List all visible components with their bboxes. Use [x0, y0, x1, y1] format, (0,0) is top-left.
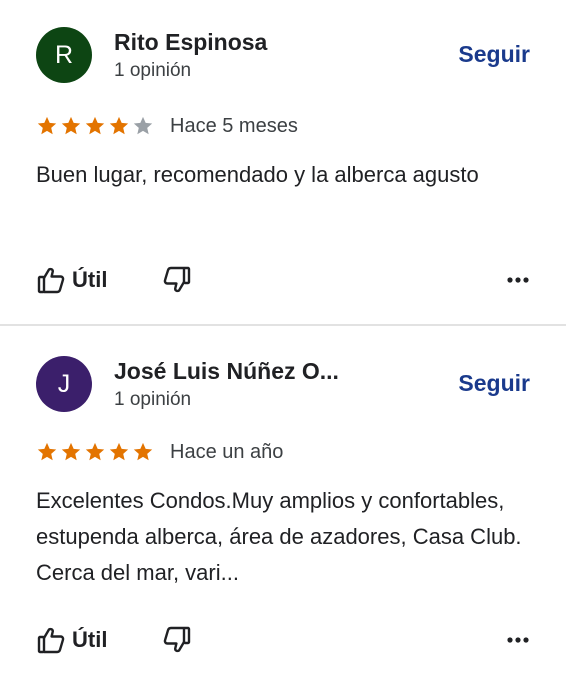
star-filled-icon	[133, 442, 153, 461]
review-count: 1 opinión	[114, 389, 192, 410]
star-filled-icon	[85, 442, 105, 461]
more-horizontal-icon	[506, 265, 530, 295]
review-count: 1 opinión	[114, 60, 192, 81]
useful-button[interactable]: Útil	[36, 625, 107, 655]
dislike-button[interactable]	[162, 265, 192, 295]
avatar[interactable]: J	[36, 356, 92, 412]
follow-button[interactable]: Seguir	[458, 370, 530, 397]
dislike-button[interactable]	[162, 625, 192, 655]
star-filled-icon	[37, 116, 57, 135]
review-text: Buen lugar, recomendado y la alberca agu…	[36, 162, 479, 187]
rating-row: Hace 5 meses	[36, 111, 298, 141]
thumbs-down-icon	[162, 625, 192, 655]
star-empty-icon	[133, 116, 153, 135]
more-options-button[interactable]	[506, 625, 530, 655]
star-rating	[36, 115, 154, 137]
avatar[interactable]: R	[36, 27, 92, 83]
thumbs-down-icon	[162, 265, 192, 295]
review-header: R Rito Espinosa 1 opinión Seguir	[36, 27, 530, 87]
rating-row: Hace un año	[36, 437, 283, 467]
more-options-button[interactable]	[506, 265, 530, 295]
thumbs-up-icon	[36, 265, 66, 295]
review-actions: Útil	[36, 265, 530, 299]
star-filled-icon	[61, 442, 81, 461]
useful-label: Útil	[72, 627, 108, 652]
reviewer-name[interactable]: José Luis Núñez O...	[114, 358, 339, 385]
review-date: Hace un año	[170, 440, 284, 463]
useful-button[interactable]: Útil	[36, 265, 107, 295]
star-filled-icon	[109, 116, 129, 135]
star-filled-icon	[61, 116, 81, 135]
reviewer-name[interactable]: Rito Espinosa	[114, 29, 267, 56]
useful-label: Útil	[72, 267, 108, 292]
star-rating	[36, 441, 154, 463]
review-header: J José Luis Núñez O... 1 opinión Seguir	[36, 356, 530, 416]
avatar-letter: R	[54, 40, 74, 69]
review-card: R Rito Espinosa 1 opinión Seguir Hace 5 …	[0, 0, 566, 324]
avatar-letter: J	[57, 369, 71, 398]
star-filled-icon	[37, 442, 57, 461]
star-filled-icon	[109, 442, 129, 461]
review-actions: Útil	[36, 625, 530, 659]
more-horizontal-icon	[506, 625, 530, 655]
star-filled-icon	[85, 116, 105, 135]
follow-button[interactable]: Seguir	[458, 41, 530, 68]
review-text: Excelentes Condos.Muy amplios y conforta…	[36, 488, 522, 585]
review-date: Hace 5 meses	[170, 114, 298, 137]
review-card: J José Luis Núñez O... 1 opinión Seguir …	[0, 326, 566, 683]
thumbs-up-icon	[36, 625, 66, 655]
